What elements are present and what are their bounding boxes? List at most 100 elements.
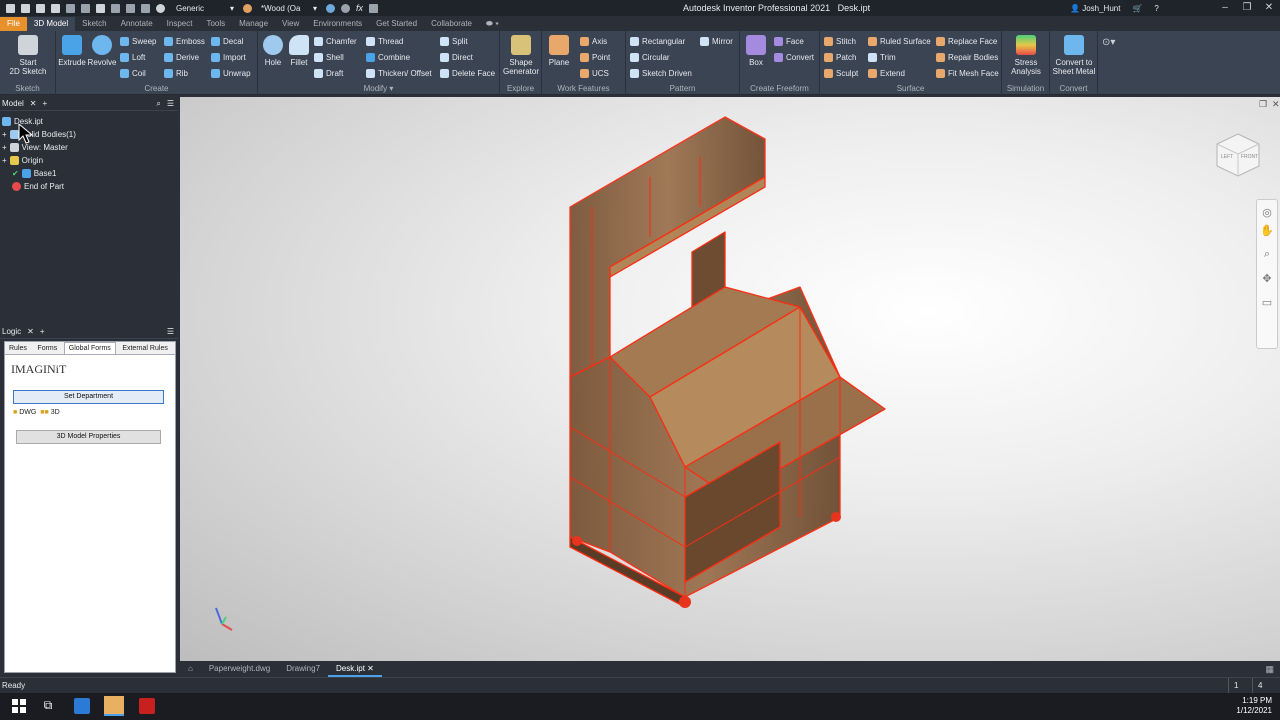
home-icon[interactable]: ⌂ [180,661,201,677]
redo-icon[interactable] [81,3,90,13]
patch-button[interactable]: Patch [824,53,856,62]
3d-button[interactable]: ■■ 3D [40,409,59,416]
thicken-offset-button[interactable]: Thicken/ Offset [366,69,432,78]
import-button[interactable]: Import [211,53,246,62]
tab-extra-icon[interactable]: ⬬ ▾ [479,17,506,31]
orbit-icon[interactable]: ✥ [1257,272,1277,296]
expand-icon[interactable]: + [2,156,7,165]
expand-icon[interactable]: + [2,143,7,152]
tab-3d-model[interactable]: 3D Model [26,17,76,31]
sketch-driven-button[interactable]: Sketch Driven [630,69,692,78]
circular-button[interactable]: Circular [630,53,670,62]
tab-environments[interactable]: Environments [306,17,369,31]
app-menu-icon[interactable] [6,3,15,13]
hole-button[interactable]: Hole [260,35,286,67]
draft-button[interactable]: Draft [314,69,343,78]
tile-windows-icon[interactable]: ▦ [1265,664,1274,675]
fillet-button[interactable]: Fillet [286,35,312,67]
combine-button[interactable]: Combine [366,53,410,62]
help-icon[interactable]: ? [1154,4,1158,13]
clear-icon[interactable] [341,3,350,13]
tree-item[interactable]: ✔ Base1 [0,167,178,180]
viewcube-left[interactable]: LEFT [1221,154,1233,160]
unwrap-button[interactable]: Unwrap [211,69,251,78]
material-dropdown[interactable]: Generic ▾ [173,2,237,14]
search-icon[interactable]: ⌕ [156,99,160,109]
menu-icon[interactable]: ☰ [167,99,174,108]
extend-button[interactable]: Extend [868,69,905,78]
direct-button[interactable]: Direct [440,53,473,62]
sweep-button[interactable]: Sweep [120,37,156,46]
user-account[interactable]: 👤 Josh_Hunt [1070,4,1120,13]
start-2d-sketch-button[interactable]: Start 2D Sketch [8,35,48,76]
windows-start-icon[interactable] [11,698,27,714]
panel-label-modify[interactable]: Modify ▾ [258,84,499,93]
expand-icon[interactable]: + [2,130,7,139]
appearance-dropdown[interactable]: *Wood (Oa ▾ [258,2,320,14]
add-icon[interactable]: + [40,327,45,336]
clear-appearance-icon[interactable] [156,3,165,13]
rib-button[interactable]: Rib [164,69,188,78]
tab-view[interactable]: View [275,17,306,31]
desk-model[interactable] [180,97,1280,662]
maximize-icon[interactable]: ❐ [1236,0,1258,16]
shell-button[interactable]: Shell [314,53,344,62]
close-icon[interactable]: ✕ [1258,0,1280,16]
dwg-button[interactable]: ■ DWG [13,409,36,416]
acrobat-icon[interactable] [139,698,155,714]
close-icon[interactable]: ✕ [27,327,34,336]
doc-tab-desk[interactable]: Desk.ipt ✕ [328,661,382,677]
select-icon[interactable] [111,3,120,13]
stitch-button[interactable]: Stitch [824,37,856,46]
doc-tab-paperweight[interactable]: Paperweight.dwg [201,661,278,677]
open-icon[interactable] [36,3,45,13]
zoom-icon[interactable]: ⌕ [1257,248,1277,272]
box-button[interactable]: Box [744,35,768,67]
face-button[interactable]: Face [774,37,804,46]
convert-to-sheet-metal-button[interactable]: Convert to Sheet Metal [1050,35,1098,76]
tab-external-rules[interactable]: External Rules [118,343,172,354]
3d-model-properties-button[interactable]: 3D Model Properties [16,430,161,444]
coil-button[interactable]: Coil [120,69,146,78]
chamfer-button[interactable]: Chamfer [314,37,357,46]
adjust-icon[interactable] [326,3,335,13]
fit-mesh-face-button[interactable]: Fit Mesh Face [936,69,999,78]
tab-tools[interactable]: Tools [199,17,232,31]
vscode-icon[interactable] [74,698,90,714]
pan-icon[interactable]: ✋ [1257,224,1277,248]
tab-get-started[interactable]: Get Started [369,17,424,31]
derive-button[interactable]: Derive [164,53,199,62]
tab-file[interactable]: File [0,17,27,31]
look-at-icon[interactable]: ▭ [1257,296,1277,320]
viewport-close-icon[interactable]: ✕ [1272,99,1280,110]
update-icon[interactable] [126,3,135,13]
undo-icon[interactable] [66,3,75,13]
inventor-icon[interactable] [104,696,124,716]
menu-icon[interactable]: ☰ [167,327,174,336]
tab-manage[interactable]: Manage [232,17,275,31]
extrude-button[interactable]: Extrude [58,35,86,67]
replace-face-button[interactable]: Replace Face [936,37,997,46]
add-icon[interactable]: + [43,99,48,108]
model-tab[interactable]: Model [2,99,24,108]
viewcube-front[interactable]: FRONT [1241,154,1258,160]
cart-icon[interactable]: 🛒 [1132,4,1142,13]
emboss-button[interactable]: Emboss [164,37,205,46]
new-icon[interactable] [21,3,30,13]
revolve-button[interactable]: Revolve [88,35,116,67]
ucs-button[interactable]: UCS [580,69,609,78]
split-button[interactable]: Split [440,37,468,46]
customize-icon[interactable] [369,3,379,13]
set-department-button[interactable]: Set Department [13,390,164,404]
tab-collaborate[interactable]: Collaborate [424,17,479,31]
shape-generator-button[interactable]: Shape Generator [501,35,541,76]
clock[interactable]: 1:19 PM 1/12/2021 [1236,696,1272,716]
logic-tab[interactable]: Logic [2,327,21,336]
doc-tab-drawing7[interactable]: Drawing7 [278,661,328,677]
tree-item[interactable]: End of Part [0,180,178,193]
tree-item[interactable]: + Origin [0,154,178,167]
repair-bodies-button[interactable]: Repair Bodies [936,53,998,62]
axis-button[interactable]: Axis [580,37,607,46]
tab-sketch[interactable]: Sketch [75,17,113,31]
sculpt-button[interactable]: Sculpt [824,69,858,78]
